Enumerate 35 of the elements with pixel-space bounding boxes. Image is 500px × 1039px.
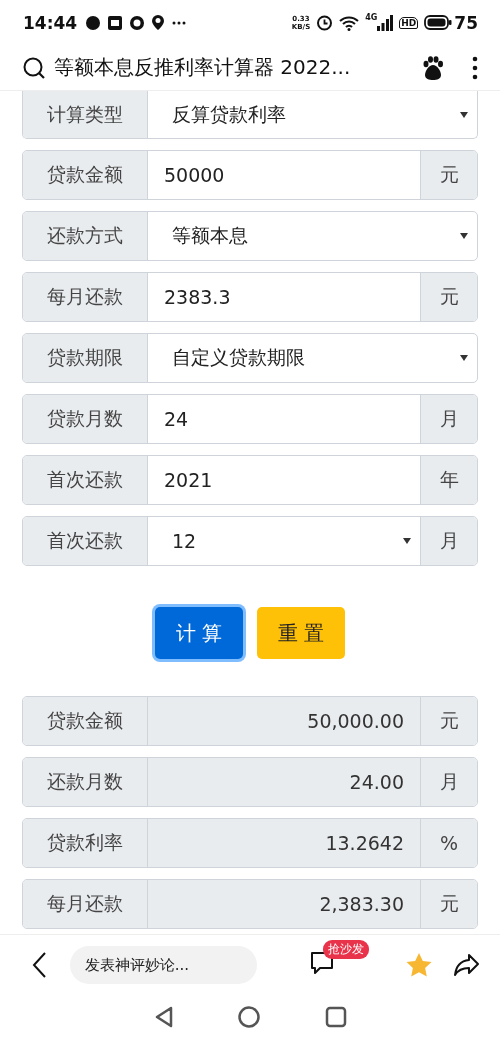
result-label: 还款月数 <box>23 758 148 806</box>
unit-label: 月 <box>420 758 477 806</box>
action-button[interactable]: 重 置 <box>257 607 346 659</box>
network-type: 4G <box>365 13 378 22</box>
result-value: 50,000.00 <box>148 697 420 745</box>
share-arrow-icon[interactable] <box>452 953 480 977</box>
recents-nav-icon[interactable] <box>323 1005 348 1029</box>
hd-label: HD <box>399 16 419 29</box>
alarm-clock-icon <box>316 14 334 31</box>
result-label: 贷款利率 <box>23 819 148 867</box>
result-value: 2,383.30 <box>148 880 420 928</box>
wifi-icon <box>339 14 360 31</box>
location-pin-icon <box>151 14 166 31</box>
unit-label: 元 <box>420 697 477 745</box>
battery-icon <box>424 15 453 30</box>
action-button[interactable]: 计 算 <box>154 607 243 659</box>
battery-level: 75 <box>454 12 478 33</box>
page-title: 等额本息反推利率计算器 2022... <box>54 54 352 81</box>
star-icon[interactable] <box>404 952 433 978</box>
clock-time: 14:44 <box>23 12 78 33</box>
comment-field[interactable]: 发表神评妙论... <box>69 946 257 984</box>
round-app-icon <box>129 14 146 31</box>
unit-label: % <box>420 819 477 867</box>
app-square-icon <box>107 14 124 31</box>
unit-label: 元 <box>420 880 477 928</box>
result-label: 每月还款 <box>23 880 148 928</box>
more-dots-icon <box>171 19 188 26</box>
badge: 抢沙发 <box>322 940 369 959</box>
result-label: 贷款金额 <box>23 697 148 745</box>
result-value: 24.00 <box>148 758 420 806</box>
home-nav-icon[interactable] <box>237 1005 261 1029</box>
result-value: 13.2642 <box>148 819 420 867</box>
more-menu-icon[interactable] <box>470 54 480 81</box>
search-icon[interactable] <box>22 55 46 80</box>
signal-bars-icon <box>377 14 394 31</box>
